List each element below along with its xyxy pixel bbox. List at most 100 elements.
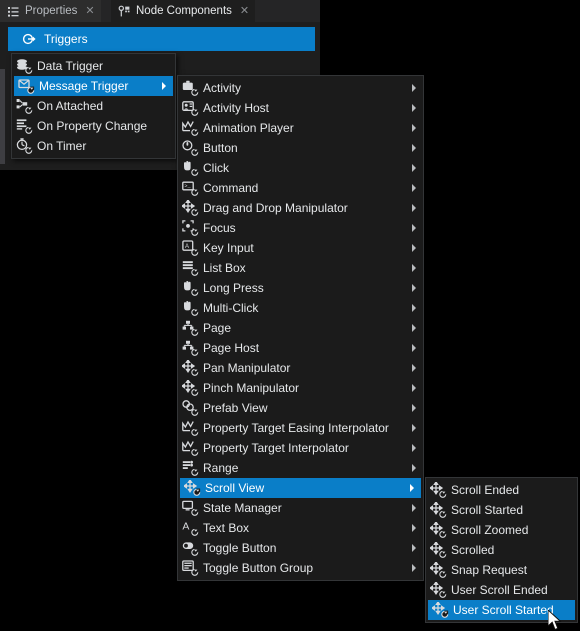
menu-item-activity-host[interactable]: Activity Host <box>178 98 423 118</box>
menu-item-scroll-view[interactable]: Scroll View <box>180 478 421 498</box>
list-box-icon <box>181 260 199 276</box>
chevron-right-icon <box>412 344 416 352</box>
menu-item-scroll-ended[interactable]: Scroll Ended <box>426 480 577 500</box>
menu-item-drag-and-drop-manipulator[interactable]: Drag and Drop Manipulator <box>178 198 423 218</box>
toggle-button-group-icon <box>181 560 199 576</box>
manipulator-icon <box>429 582 447 598</box>
menu-item-property-target-easing-interpolator[interactable]: Property Target Easing Interpolator <box>178 418 423 438</box>
manipulator-icon <box>431 602 449 618</box>
chevron-right-icon <box>412 264 416 272</box>
menu-item-message-trigger[interactable]: Message Trigger <box>14 76 173 96</box>
menu-item-label: State Manager <box>203 501 282 515</box>
menu-item-label: Property Target Easing Interpolator <box>203 421 389 435</box>
menu-item-scroll-zoomed[interactable]: Scroll Zoomed <box>426 520 577 540</box>
close-icon[interactable]: ✕ <box>240 5 249 17</box>
menu-item-label: Property Target Interpolator <box>203 441 349 455</box>
menu-item-label: Long Press <box>203 281 264 295</box>
menu-item-pan-manipulator[interactable]: Pan Manipulator <box>178 358 423 378</box>
menu-item-label: Drag and Drop Manipulator <box>203 201 348 215</box>
menu-item-on-attached[interactable]: On Attached <box>12 96 175 116</box>
chevron-right-icon <box>412 184 416 192</box>
menu-item-snap-request[interactable]: Snap Request <box>426 560 577 580</box>
manipulator-icon <box>181 380 199 396</box>
menu-item-state-manager[interactable]: State Manager <box>178 498 423 518</box>
menu-item-on-property-change[interactable]: On Property Change <box>12 116 175 136</box>
chevron-right-icon <box>412 204 416 212</box>
scroll-view-submenu: Scroll Ended Scroll Started Scroll Zoomed S… <box>425 477 578 623</box>
menu-item-page-host[interactable]: Page Host <box>178 338 423 358</box>
menu-item-label: Scroll Ended <box>451 483 520 497</box>
menu-item-label: Range <box>203 461 239 475</box>
tab-label: Node Components <box>136 5 232 17</box>
chevron-right-icon <box>412 304 416 312</box>
menu-item-list-box[interactable]: List Box <box>178 258 423 278</box>
tab-node-components[interactable]: Node Components ✕ <box>111 0 256 22</box>
menu-item-label: Scroll View <box>205 481 265 495</box>
menu-item-label: Animation Player <box>203 121 294 135</box>
menu-item-user-scroll-ended[interactable]: User Scroll Ended <box>426 580 577 600</box>
mouse-pointer <box>548 610 564 631</box>
chevron-right-icon <box>412 164 416 172</box>
focus-icon <box>181 220 199 236</box>
multi-click-icon <box>181 300 199 316</box>
menu-item-command[interactable]: >_ Command <box>178 178 423 198</box>
chevron-right-icon <box>412 524 416 532</box>
menu-item-label: User Scroll Ended <box>451 583 548 597</box>
menu-item-prefab-view[interactable]: Prefab View <box>178 398 423 418</box>
command-icon: >_ <box>181 180 199 196</box>
menu-item-label: Pan Manipulator <box>203 361 291 375</box>
menu-item-range[interactable]: Range <box>178 458 423 478</box>
interpolator-icon <box>181 440 199 456</box>
menu-item-pinch-manipulator[interactable]: Pinch Manipulator <box>178 378 423 398</box>
close-icon[interactable]: ✕ <box>85 5 94 17</box>
menu-item-data-trigger[interactable]: Data Trigger <box>12 56 175 76</box>
menu-item-label: On Timer <box>37 139 87 153</box>
key-input-icon: A <box>181 240 199 256</box>
on-attached-icon <box>15 98 33 114</box>
menu-item-animation-player[interactable]: Animation Player <box>178 118 423 138</box>
menu-item-label: Key Input <box>203 241 254 255</box>
menu-item-long-press[interactable]: Long Press <box>178 278 423 298</box>
menu-item-key-input[interactable]: A Key Input <box>178 238 423 258</box>
menu-item-click[interactable]: Click <box>178 158 423 178</box>
node-components-icon <box>118 5 131 18</box>
text-box-icon: A <box>181 520 199 536</box>
menu-item-page[interactable]: Page <box>178 318 423 338</box>
chevron-right-icon <box>162 82 166 90</box>
menu-item-toggle-button[interactable]: Toggle Button <box>178 538 423 558</box>
interpolator-icon <box>181 420 199 436</box>
menu-item-focus[interactable]: Focus <box>178 218 423 238</box>
chevron-right-icon <box>412 364 416 372</box>
menu-item-label: On Property Change <box>37 119 148 133</box>
menu-item-label: Button <box>203 141 238 155</box>
manipulator-icon <box>429 502 447 518</box>
tab-properties[interactable]: Properties ✕ <box>0 0 101 22</box>
data-trigger-icon <box>15 58 33 74</box>
manipulator-icon <box>429 522 447 538</box>
menu-item-button[interactable]: Button <box>178 138 423 158</box>
menu-item-activity[interactable]: Activity <box>178 78 423 98</box>
chevron-right-icon <box>412 404 416 412</box>
menu-item-scrolled[interactable]: Scrolled <box>426 540 577 560</box>
triggers-title: Triggers <box>44 32 88 46</box>
menu-item-label: Scrolled <box>451 543 495 557</box>
manipulator-icon <box>429 542 447 558</box>
menu-item-text-box[interactable]: A Text Box <box>178 518 423 538</box>
menu-item-scroll-started[interactable]: Scroll Started <box>426 500 577 520</box>
svg-text:>_: >_ <box>184 184 191 190</box>
menu-item-toggle-button-group[interactable]: Toggle Button Group <box>178 558 423 578</box>
menu-item-on-timer[interactable]: On Timer <box>12 136 175 156</box>
triggers-section-header[interactable]: Triggers <box>8 27 315 51</box>
menu-item-label: Page Host <box>203 341 260 355</box>
menu-item-multi-click[interactable]: Multi-Click <box>178 298 423 318</box>
menu-item-property-target-interpolator[interactable]: Property Target Interpolator <box>178 438 423 458</box>
chevron-right-icon <box>412 84 416 92</box>
chevron-right-icon <box>412 424 416 432</box>
panel-scrollbar[interactable] <box>0 69 5 164</box>
message-trigger-submenu: Activity Activity Host Animation Player But… <box>177 75 424 581</box>
manipulator-icon <box>183 480 201 496</box>
chevron-right-icon <box>412 144 416 152</box>
manipulator-icon <box>181 200 199 216</box>
menu-item-label: On Attached <box>37 99 104 113</box>
chevron-right-icon <box>410 484 414 492</box>
